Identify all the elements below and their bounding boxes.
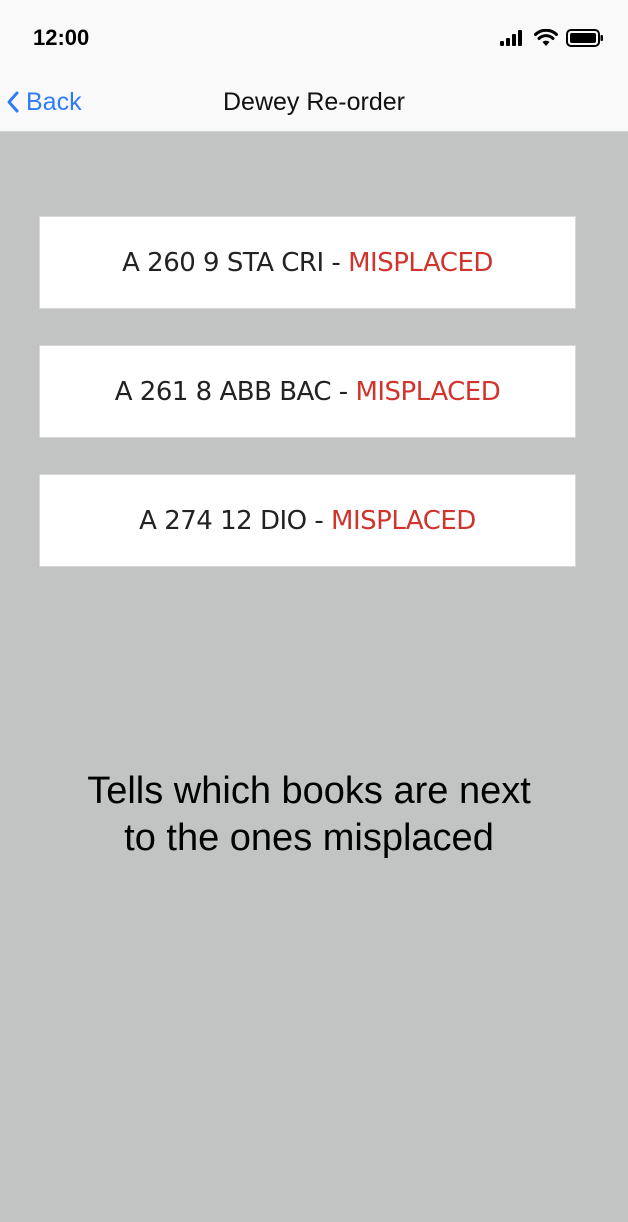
book-call-number: A 274 12 DIO bbox=[139, 505, 307, 536]
page-title: Dewey Re-order bbox=[222, 87, 405, 116]
result-card[interactable]: A 274 12 DIO - MISPLACED bbox=[39, 474, 576, 567]
result-card[interactable]: A 261 8 ABB BAC - MISPLACED bbox=[39, 345, 576, 438]
wifi-icon bbox=[534, 29, 558, 46]
description-text: Tells which books are next to the ones m… bbox=[0, 768, 618, 862]
separator: - bbox=[323, 247, 349, 278]
misplaced-status: MISPLACED bbox=[355, 376, 501, 407]
misplaced-status: MISPLACED bbox=[348, 247, 493, 278]
book-call-number: A 261 8 ABB BAC bbox=[114, 376, 332, 407]
status-time: 12:00 bbox=[33, 25, 90, 50]
description-line-2: to the ones misplaced bbox=[124, 817, 494, 859]
status-bar: 12:00 bbox=[0, 0, 628, 74]
separator: - bbox=[306, 505, 332, 536]
misplaced-status: MISPLACED bbox=[331, 505, 476, 536]
result-card[interactable]: A 260 9 STA CRI - MISPLACED bbox=[39, 216, 576, 309]
description-line-1: Tells which books are next bbox=[87, 770, 531, 812]
book-call-number: A 260 9 STA CRI bbox=[122, 247, 324, 278]
signal-icon bbox=[500, 30, 522, 46]
status-icons bbox=[500, 28, 604, 48]
battery-icon bbox=[566, 29, 603, 47]
navigation-bar: Back Dewey Re-order bbox=[0, 74, 628, 132]
separator: - bbox=[331, 376, 356, 407]
